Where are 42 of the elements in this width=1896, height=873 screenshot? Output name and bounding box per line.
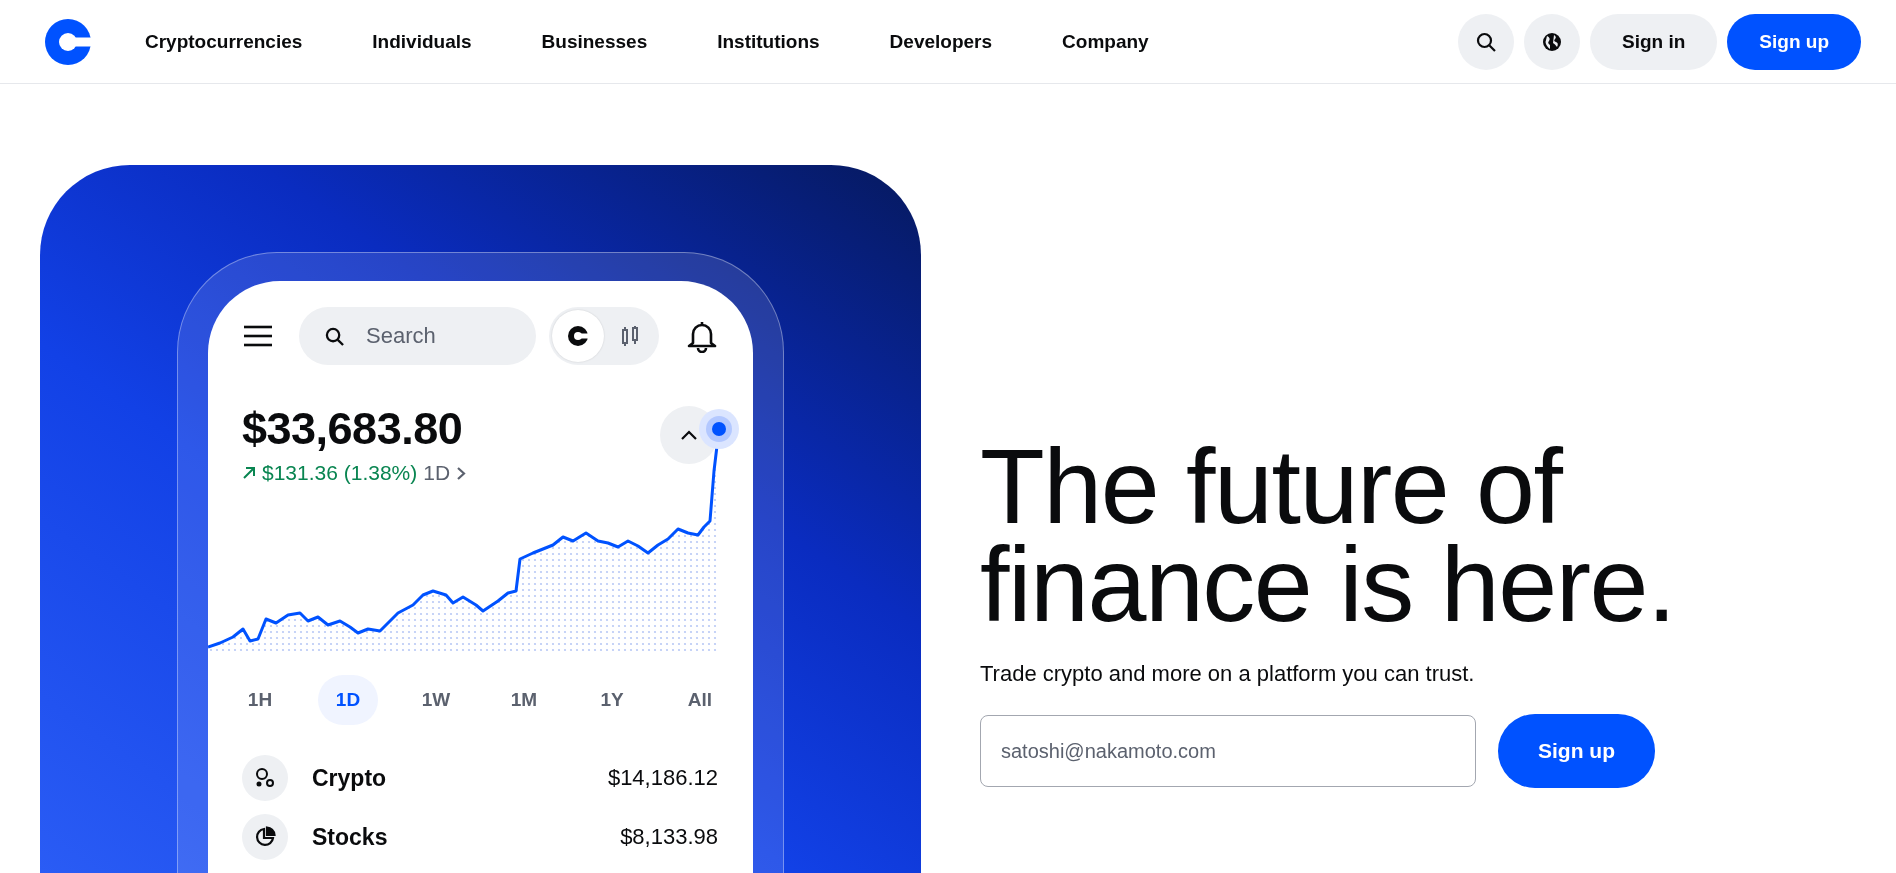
search-icon	[1476, 31, 1496, 52]
balance-change: $131.36 (1.38%)	[262, 461, 418, 485]
asset-name: Stocks	[312, 823, 389, 851]
search-placeholder: Search	[366, 323, 436, 349]
sign-up-button[interactable]: Sign up	[1727, 13, 1861, 70]
menu-icon[interactable]	[242, 324, 274, 348]
range-tab[interactable]: 1M	[494, 675, 554, 725]
nav-link[interactable]: Developers	[889, 30, 993, 53]
nav-link[interactable]: Institutions	[717, 30, 820, 53]
coins-icon	[254, 767, 276, 789]
nav-link[interactable]: Cryptocurrencies	[145, 30, 303, 53]
hero-headline: The future of finance is here.	[980, 437, 1676, 633]
hero-subtitle: Trade crypto and more on a platform you can trust.	[980, 661, 1476, 687]
current-price-marker	[699, 409, 739, 449]
globe-icon	[1542, 31, 1562, 52]
range-tab[interactable]: 1Y	[582, 675, 642, 725]
logo-icon[interactable]	[45, 18, 91, 65]
range-tab[interactable]: 1D	[318, 675, 378, 725]
asset-value: $8,133.98	[620, 824, 718, 850]
change-period: 1D	[423, 461, 451, 485]
arrow-up-right-icon	[242, 466, 256, 480]
email-field[interactable]: satoshi@nakamoto.com	[980, 715, 1476, 787]
pie-chart-icon	[254, 826, 276, 848]
view-option[interactable]	[552, 310, 604, 362]
portfolio-balance: $33,683.80	[242, 403, 464, 455]
sign-up-button[interactable]: Sign up	[1498, 714, 1655, 788]
chevron-up-icon	[680, 429, 698, 441]
range-tab[interactable]: 1W	[406, 675, 466, 725]
search-field[interactable]: Search	[299, 307, 536, 365]
bell-icon[interactable]	[686, 319, 718, 353]
sign-in-button[interactable]: Sign in	[1590, 13, 1718, 70]
candlestick-icon	[621, 325, 639, 347]
chevron-right-icon	[456, 465, 467, 481]
search-icon	[325, 326, 344, 346]
nav-link[interactable]: Company	[1062, 30, 1149, 53]
coin-logo-icon	[567, 325, 589, 347]
nav-link[interactable]: Individuals	[372, 30, 472, 53]
range-tab[interactable]: All	[670, 675, 730, 725]
asset-value: $14,186.12	[607, 765, 718, 791]
asset-name: Crypto	[312, 764, 388, 792]
range-tab[interactable]: 1H	[230, 675, 290, 725]
nav-link[interactable]: Businesses	[541, 30, 648, 53]
